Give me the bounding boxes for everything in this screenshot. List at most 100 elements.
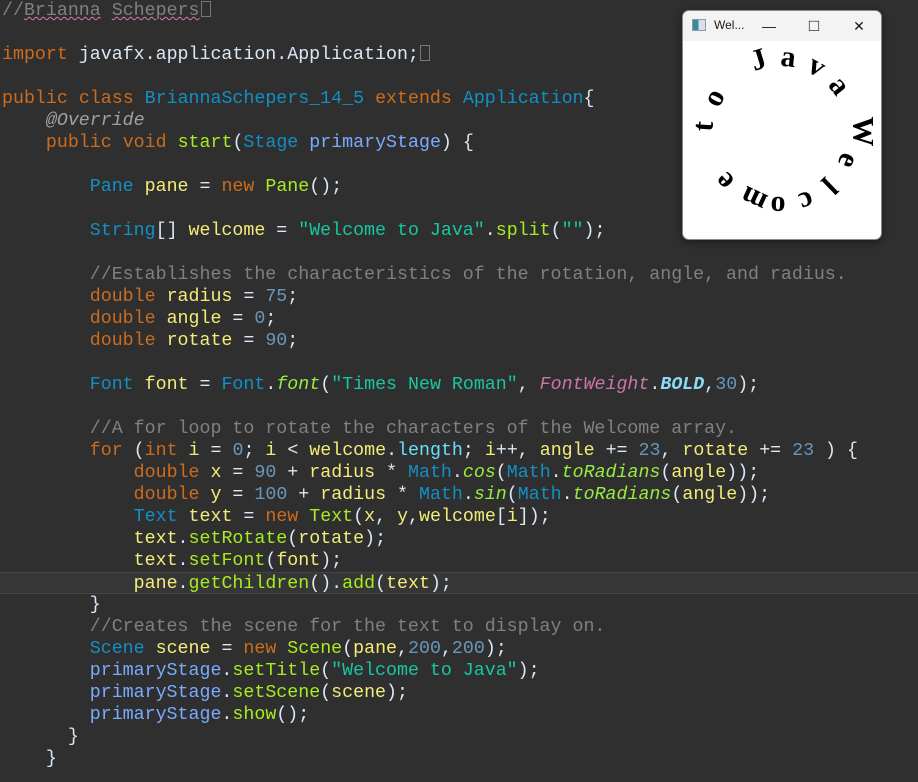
- code-token: pane: [133, 574, 178, 594]
- code-token: BriannaSchepers_14_5: [144, 89, 365, 109]
- rotated-char: t: [686, 120, 720, 132]
- code-line[interactable]: }: [2, 726, 79, 748]
- code-token: ;: [265, 309, 277, 329]
- code-line[interactable]: Font font = Font.font("Times New Roman",…: [2, 374, 759, 396]
- code-token: =: [210, 639, 244, 659]
- code-token: .: [265, 375, 277, 395]
- code-token: x: [210, 463, 222, 483]
- code-line[interactable]: primaryStage.setScene(scene);: [2, 682, 408, 704]
- code-token: double: [133, 485, 200, 505]
- rotated-char: o: [770, 190, 786, 224]
- code-token: i: [265, 441, 277, 461]
- code-token: cos: [462, 463, 496, 483]
- code-line[interactable]: }: [2, 594, 101, 616]
- javafx-window[interactable]: Wel... — □ ✕ Welcome to Java: [682, 10, 882, 240]
- code-line[interactable]: //Establishes the characteristics of the…: [2, 264, 847, 286]
- code-line[interactable]: Text text = new Text(x, y,welcome[i]);: [2, 506, 551, 528]
- code-token: }: [89, 595, 101, 615]
- code-token: ().: [309, 574, 343, 594]
- code-token: "Welcome to Java": [298, 221, 485, 241]
- code-line[interactable]: }: [2, 748, 57, 770]
- code-token: Pane: [89, 177, 134, 197]
- code-token: Scene: [287, 639, 343, 659]
- code-token: ));: [726, 463, 760, 483]
- code-line[interactable]: //Creates the scene for the text to disp…: [2, 616, 606, 638]
- code-line[interactable]: for (int i = 0; i < welcome.length; i++,…: [2, 440, 858, 462]
- code-token: 90: [254, 463, 277, 483]
- fold-marker-icon[interactable]: [419, 45, 430, 62]
- app-icon: [692, 19, 706, 31]
- code-token: welcome: [188, 221, 266, 241]
- code-token: i: [484, 441, 496, 461]
- code-line[interactable]: double rotate = 90;: [2, 330, 299, 352]
- code-token: (: [550, 221, 562, 241]
- code-token: new: [243, 639, 277, 659]
- code-token: ++,: [495, 441, 540, 461]
- code-token: ();: [276, 705, 310, 725]
- code-line[interactable]: double angle = 0;: [2, 308, 277, 330]
- code-line[interactable]: double x = 90 + radius * Math.cos(Math.t…: [2, 462, 760, 484]
- code-token: =: [232, 331, 266, 351]
- code-line[interactable]: double radius = 75;: [2, 286, 299, 308]
- code-line[interactable]: import javafx.application.Application;: [2, 44, 430, 66]
- code-token: scene: [155, 639, 211, 659]
- code-line-current[interactable]: pane.getChildren().add(text);: [0, 572, 918, 594]
- window-title-bar[interactable]: Wel... — □ ✕: [683, 11, 881, 41]
- code-line[interactable]: double y = 100 + radius * Math.sin(Math.…: [2, 484, 770, 506]
- code-line[interactable]: text.setFont(font);: [2, 550, 343, 572]
- code-token: new: [221, 177, 255, 197]
- code-token: (: [660, 463, 672, 483]
- code-token: =: [221, 309, 255, 329]
- maximize-button[interactable]: □: [799, 11, 829, 41]
- code-token: .: [462, 485, 474, 505]
- code-token: x: [364, 507, 376, 527]
- code-token: ));: [737, 485, 771, 505]
- code-token: 200: [451, 639, 485, 659]
- rotated-char: c: [794, 184, 818, 220]
- code-line[interactable]: text.setRotate(rotate);: [2, 528, 386, 550]
- code-token: +=: [594, 441, 639, 461]
- code-token: void: [122, 133, 167, 153]
- fold-marker-icon[interactable]: [200, 1, 211, 18]
- code-token: pane: [353, 639, 398, 659]
- code-line[interactable]: primaryStage.setTitle("Welcome to Java")…: [2, 660, 540, 682]
- code-line[interactable]: //A for loop to rotate the characters of…: [2, 418, 737, 440]
- code-token: primaryStage: [89, 683, 222, 703]
- code-line[interactable]: primaryStage.show();: [2, 704, 309, 726]
- code-line[interactable]: Pane pane = new Pane();: [2, 176, 342, 198]
- code-token: import: [2, 45, 68, 65]
- close-icon: ✕: [853, 17, 865, 34]
- code-token: =: [265, 221, 299, 241]
- code-token: ) {: [440, 133, 474, 153]
- code-line[interactable]: String[] welcome = "Welcome to Java".spl…: [2, 220, 606, 242]
- code-token: ,: [397, 639, 409, 659]
- minimize-button[interactable]: —: [754, 11, 784, 41]
- code-line[interactable]: @Override: [2, 110, 145, 132]
- code-token: }: [45, 749, 57, 769]
- code-token: (: [265, 551, 277, 571]
- code-token: pane: [144, 177, 189, 197]
- code-token: scene: [331, 683, 387, 703]
- code-line[interactable]: Scene scene = new Scene(pane,200,200);: [2, 638, 507, 660]
- code-token: font: [276, 551, 321, 571]
- code-line[interactable]: //Brianna Schepers: [2, 0, 211, 22]
- close-button[interactable]: ✕: [844, 11, 874, 41]
- code-token: (: [287, 529, 299, 549]
- code-token: 0: [254, 309, 266, 329]
- rotated-char: J: [747, 42, 771, 78]
- code-token: );: [583, 221, 606, 241]
- code-token: 90: [265, 331, 288, 351]
- rotated-char: W: [847, 117, 880, 147]
- code-line[interactable]: public void start(Stage primaryStage) {: [2, 132, 474, 154]
- code-token: (: [671, 485, 683, 505]
- code-line[interactable]: public class BriannaSchepers_14_5 extend…: [2, 88, 595, 110]
- code-token: //Establishes the characteristics of the…: [89, 265, 847, 285]
